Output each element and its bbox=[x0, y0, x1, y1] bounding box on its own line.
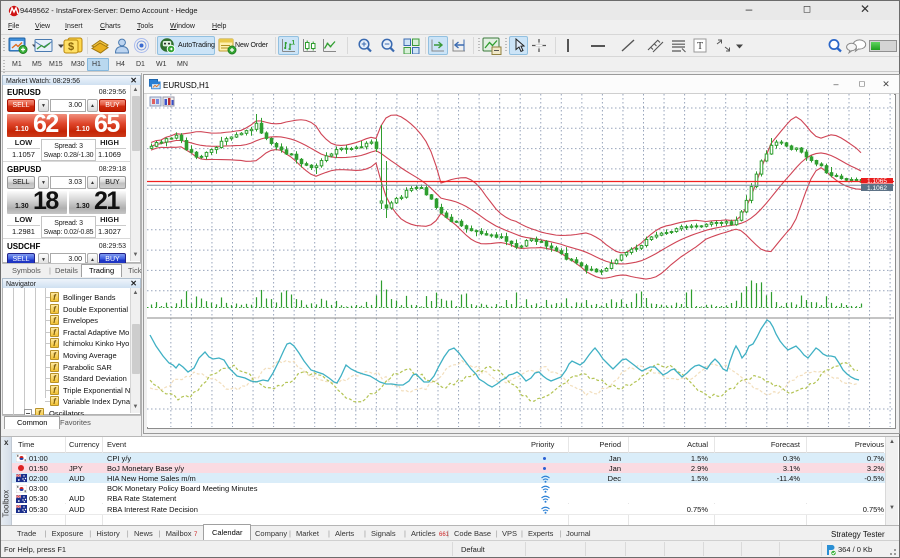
svg-text:+: + bbox=[361, 39, 366, 49]
svg-text:1.1062: 1.1062 bbox=[867, 185, 887, 192]
svg-text:1: 1 bbox=[292, 40, 296, 47]
svg-text:T: T bbox=[697, 41, 703, 52]
svg-text:−: − bbox=[384, 39, 389, 49]
svg-text:1.1065: 1.1065 bbox=[867, 178, 887, 185]
svg-text:$: $ bbox=[68, 41, 74, 53]
